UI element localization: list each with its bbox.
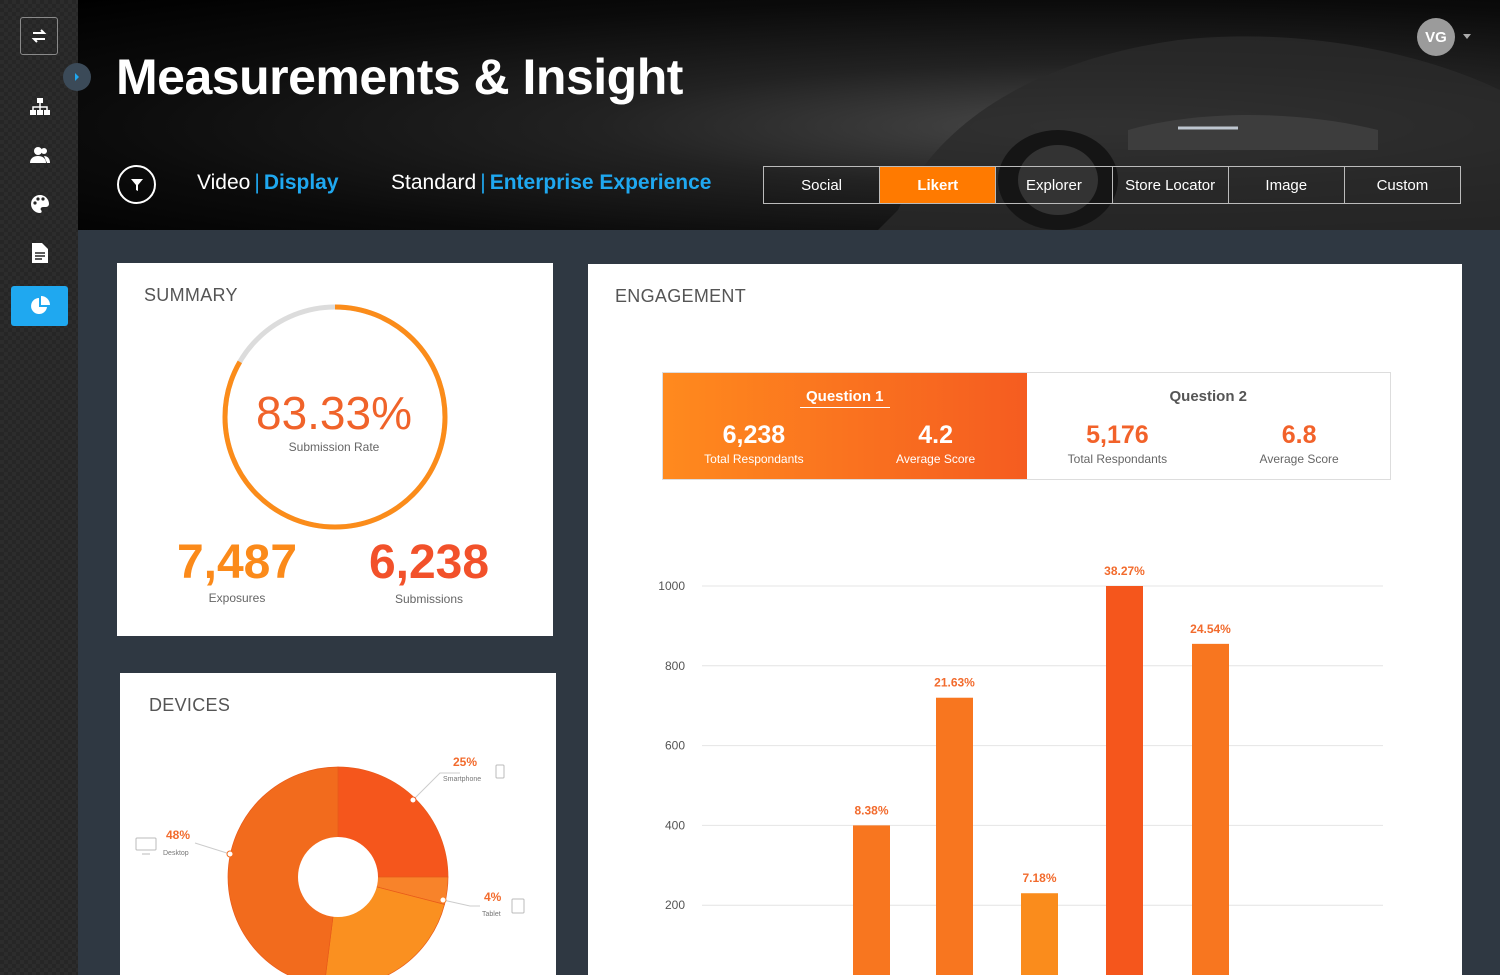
sidebar-toggle-button[interactable]	[63, 63, 91, 91]
media-breadcrumb: Video | Display	[197, 171, 339, 194]
exposures-value: 7,487	[176, 536, 298, 589]
chevron-down-icon[interactable]	[1463, 34, 1471, 39]
submission-rate-value: 83.33%	[255, 387, 412, 439]
media-type: Video	[197, 171, 251, 194]
bar	[1106, 586, 1143, 975]
bar	[1192, 643, 1229, 975]
y-tick-label: 200	[665, 898, 685, 912]
users-icon[interactable]	[11, 135, 68, 175]
bar-data-label: 24.54%	[1190, 622, 1231, 636]
sitemap-icon[interactable]	[11, 87, 68, 127]
question-2-avg-label: Average Score	[1259, 452, 1339, 466]
format-breadcrumb: Standard | Enterprise Experience	[391, 171, 712, 194]
engagement-bar-chart: 200 400 600 800 1000 8.38% 21.63% 7.18% 38.27% 24…	[658, 564, 1383, 975]
question-2-total-value: 5,176	[1086, 421, 1149, 449]
devices-card: DEVICES 25% Smartphone 48% Desktop 4% Ta…	[120, 673, 556, 975]
bar-data-label: 21.63%	[934, 676, 975, 690]
format-subtype[interactable]: Enterprise Experience	[490, 171, 712, 194]
submission-rate-label: Submission Rate	[288, 440, 380, 454]
device-desktop-pct: 48%	[166, 828, 191, 842]
page-title: Measurements & Insight	[116, 49, 683, 105]
question-2-total-label: Total Respondants	[1067, 452, 1168, 466]
y-tick-label: 400	[665, 818, 685, 832]
question-1-title: Question 1	[799, 388, 890, 408]
sidebar	[0, 0, 78, 975]
device-tablet-label: Tablet	[482, 911, 501, 918]
tab-store-locator[interactable]: Store Locator	[1113, 167, 1229, 203]
exposures-label: Exposures	[208, 591, 266, 605]
device-desktop-label: Desktop	[163, 850, 189, 857]
bar	[936, 697, 973, 975]
summary-card: SUMMARY 83.33% Submission Rate 7,487 Exp…	[117, 263, 553, 636]
devices-donut-chart	[135, 764, 525, 975]
filter-icon	[130, 178, 143, 191]
bar-data-label: 38.27%	[1104, 564, 1145, 578]
format-type: Standard	[391, 171, 477, 194]
media-subtype[interactable]: Display	[264, 171, 339, 194]
submissions-label: Submissions	[394, 592, 464, 606]
smartphone-icon	[495, 764, 505, 779]
submissions-value: 6,238	[368, 536, 490, 589]
tablet-icon	[511, 898, 525, 914]
tab-likert[interactable]: Likert	[880, 167, 997, 203]
question-1-total-value: 6,238	[722, 421, 786, 449]
question-1-avg-value: 4.2	[918, 421, 953, 449]
swap-icon[interactable]	[20, 17, 58, 55]
y-tick-label: 600	[665, 739, 685, 753]
bar-data-label: 7.18%	[1022, 871, 1056, 885]
y-tick-label: 1000	[658, 579, 685, 593]
device-smartphone-label: Smartphone	[443, 776, 482, 783]
question-2-title: Question 2	[1169, 388, 1247, 405]
bar-data-label: 8.38%	[854, 803, 888, 817]
question-1-avg-label: Average Score	[896, 452, 976, 466]
bar	[853, 825, 890, 975]
y-tick-label: 800	[665, 659, 685, 673]
question-2-avg-value: 6.8	[1281, 421, 1317, 449]
question-selector: Question 1 6,238 Total Respondants 4.2 A…	[662, 372, 1391, 480]
question-1-tab[interactable]: Question 1 6,238 Total Respondants 4.2 A…	[663, 373, 1027, 479]
filter-button[interactable]	[117, 165, 156, 204]
device-tablet-pct: 4%	[484, 890, 502, 904]
engagement-title: ENGAGEMENT	[615, 286, 747, 306]
desktop-icon	[135, 837, 157, 851]
report-tabs: Social Likert Explorer Store Locator Ima…	[763, 166, 1461, 204]
pie-chart-icon[interactable]	[11, 286, 68, 326]
bar	[1021, 893, 1058, 975]
tab-custom[interactable]: Custom	[1345, 167, 1460, 203]
engagement-card: ENGAGEMENT Question 1 6,238 Total Respon…	[588, 264, 1462, 975]
tab-explorer[interactable]: Explorer	[996, 167, 1113, 203]
header: Measurements & Insight VG Video | Display …	[78, 0, 1500, 230]
avatar[interactable]: VG	[1417, 18, 1455, 56]
tab-social[interactable]: Social	[764, 167, 881, 203]
palette-icon[interactable]	[11, 184, 68, 224]
document-icon[interactable]	[11, 233, 68, 273]
device-smartphone-pct: 25%	[453, 755, 478, 769]
question-2-tab[interactable]: Question 2 5,176 Total Respondants 6.8 A…	[1027, 373, 1391, 479]
question-1-total-label: Total Respondants	[704, 452, 804, 466]
tab-image[interactable]: Image	[1229, 167, 1345, 203]
